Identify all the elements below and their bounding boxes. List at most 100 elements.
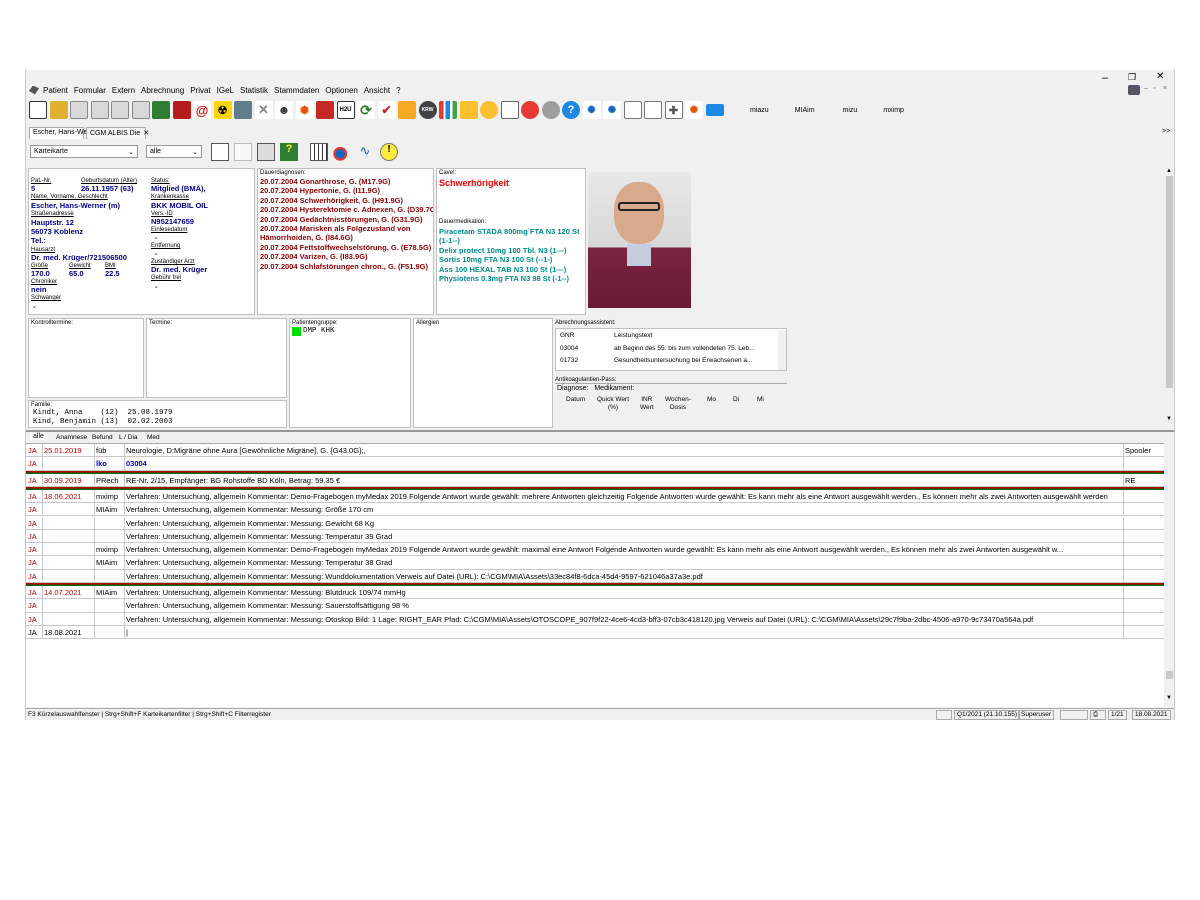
dauermedikation-item[interactable]: Delix protect 10mg 100 Tbl. N3 (1---) — [439, 246, 579, 255]
dauerdiagnose-item[interactable]: 20.07.2004 Gonarthrose, G. (M17.9G) — [260, 177, 433, 186]
ecg-icon[interactable]: ∿ — [356, 143, 374, 161]
alarm-icon[interactable]: ✺ — [295, 101, 314, 119]
menu-help[interactable]: ? — [396, 86, 400, 95]
checklist-icon[interactable]: ✔ — [377, 101, 396, 119]
menu-patient[interactable]: Patient — [43, 86, 68, 95]
dauerdiagnose-item[interactable]: 20.07.2004 Schlafstörungen chron., G. (F… — [260, 262, 433, 271]
karteikarte-row[interactable]: JA mximp Verfahren: Untersuchung, allgemei… — [26, 543, 1164, 557]
maximize-button[interactable]: ❐ — [1128, 72, 1136, 83]
krw-icon[interactable]: KRW — [418, 101, 437, 119]
statistics-icon[interactable] — [439, 101, 457, 119]
scroll-down-icon[interactable]: ▼ — [1166, 695, 1172, 701]
menu-igel[interactable]: IGeL — [217, 86, 234, 95]
dauerdiagnose-item[interactable]: 20.07.2004 Hysterektomie c. Adnexen, G. … — [260, 205, 433, 214]
email-icon[interactable]: @ — [193, 101, 211, 119]
close-button[interactable]: ✕ — [1156, 71, 1164, 82]
miazu-button[interactable]: miazu — [750, 107, 769, 114]
karteikarte-row[interactable]: JA Verfahren: Untersuchung, allgemein Kom… — [26, 529, 1164, 544]
book-icon[interactable] — [152, 101, 170, 119]
karteikarte-row[interactable]: JA MIAim Verfahren: Untersuchung, allgemei… — [26, 556, 1164, 570]
tabs-more[interactable]: >> — [1162, 128, 1170, 135]
mdi-minimize[interactable]: – — [1144, 85, 1148, 92]
tools-icon[interactable]: ✕ — [254, 101, 273, 119]
karteikarte-row[interactable]: JA 18.08.2021 | — [26, 625, 1164, 640]
menu-optionen[interactable]: Optionen — [325, 86, 357, 95]
menu-abrechnung[interactable]: Abrechnung — [141, 86, 184, 95]
alarm-n-icon[interactable]: ✺ — [582, 101, 601, 119]
karteikarte-row[interactable]: JA lko 03004 — [26, 457, 1164, 471]
dauermedikation-item[interactable]: Piracetam STADA 800mg FTA N3 120 St — [439, 227, 579, 236]
columns-icon[interactable] — [310, 143, 328, 161]
filter-tab-anamnese[interactable]: Anamnese — [56, 434, 87, 441]
package-icon[interactable] — [398, 101, 416, 119]
dauermedikation-item[interactable]: (1-1--) — [439, 236, 579, 245]
help-icon[interactable]: ? — [562, 101, 580, 119]
dauerdiagnose-item[interactable]: 20.07.2004 Gedächtnisstörungen, G. (G31.… — [260, 215, 433, 224]
karteikarte-row[interactable]: JA 14.07.2021 MIAim Verfahren: Untersuchung… — [26, 586, 1164, 600]
refresh-icon[interactable]: ⟳ — [357, 101, 375, 119]
filter-help-icon[interactable]: ? — [280, 143, 298, 161]
menu-stammdaten[interactable]: Stammdaten — [274, 86, 319, 95]
karteikarte-row[interactable]: JA 25.01.2019 füb Neurologie, D:Migräne ohn… — [26, 444, 1164, 458]
karteikarte-scrollbar[interactable]: ▼ — [1165, 443, 1174, 707]
scroll-up-icon[interactable]: ▲ — [1166, 168, 1172, 174]
menu-statistik[interactable]: Statistik — [240, 86, 268, 95]
card-reader-icon[interactable] — [705, 104, 724, 116]
medication-icon[interactable] — [333, 143, 351, 161]
clipboard-icon[interactable] — [500, 101, 519, 119]
edit-document-icon[interactable] — [623, 101, 642, 119]
karteikarte-row[interactable]: JA Verfahren: Untersuchung, allgemein Kom… — [26, 612, 1164, 626]
settings-circle-icon[interactable] — [541, 101, 560, 119]
note-icon[interactable] — [234, 143, 252, 161]
mizu-button[interactable]: mizu — [843, 107, 858, 114]
mask-icon[interactable]: ☻ — [275, 101, 293, 119]
close-tab-icon[interactable]: ✕ — [143, 130, 149, 137]
calculator-icon[interactable] — [234, 101, 252, 119]
tab-patient[interactable]: Escher, Hans-We — [29, 127, 87, 139]
h2u-icon[interactable]: H2U — [336, 101, 355, 119]
abr-row-text[interactable]: ab Beginn des 55. bis zum vollendeten 75… — [614, 345, 755, 352]
tab-albis[interactable]: CGM ALBIS Die ✕ — [86, 127, 149, 139]
scroll-thumb[interactable] — [1166, 671, 1173, 679]
dauermedikation-item[interactable]: Physiotens 0.3mg FTA N3 98 St (-1--) — [439, 274, 579, 283]
menu-formular[interactable]: Formular — [74, 86, 106, 95]
abr-row-text[interactable]: Gesundheitsuntersuchung bei Erwachsenen … — [614, 357, 752, 364]
print-icon[interactable] — [70, 101, 88, 119]
add-medical-icon[interactable]: ✚ — [664, 101, 683, 119]
new-document-icon[interactable] — [29, 101, 47, 119]
menu-ansicht[interactable]: Ansicht — [364, 86, 390, 95]
dauerdiagnose-item[interactable]: 20.07.2004 Fettstoffwechselstörung, G. (… — [260, 243, 433, 252]
printer-icon[interactable] — [257, 143, 275, 161]
menu-privat[interactable]: Privat — [190, 86, 210, 95]
printer-status-icon[interactable]: ⎙ — [1090, 710, 1106, 720]
minimize-button[interactable]: – — [1102, 72, 1108, 84]
stop-icon[interactable] — [521, 101, 539, 119]
filter-tab-ldia[interactable]: L / Dia — [119, 434, 138, 441]
scroll-thumb[interactable] — [1166, 176, 1173, 388]
filter-select[interactable]: alle ⌄ — [146, 145, 202, 158]
miaim-button[interactable]: MIAim — [795, 107, 815, 114]
mail-icon[interactable] — [459, 101, 478, 119]
karteikarte-row[interactable]: JA Verfahren: Untersuchung, allgemein Kom… — [26, 569, 1164, 583]
dauerdiagnose-item[interactable]: 20.07.2004 Marisken als Folgezustand von — [260, 224, 433, 233]
filter-tab-befund[interactable]: Befund — [92, 434, 113, 441]
dauermedikation-item[interactable]: Ass 100 HEXAL TAB N3 100 St (1---) — [439, 265, 579, 274]
radiation-icon[interactable]: ☢ — [213, 101, 232, 119]
abr-scrollbar[interactable] — [778, 330, 786, 370]
dauerdiagnose-item[interactable]: 20.07.2004 Hypertonie, G. (I11.9G) — [260, 186, 433, 195]
print-label-icon[interactable] — [111, 101, 129, 119]
dauerdiagnose-item[interactable]: 20.07.2004 Varizen, G. (I83.9G) — [260, 252, 433, 261]
notebook-icon[interactable] — [172, 101, 191, 119]
mximp-button[interactable]: mximp — [883, 107, 904, 114]
mdi-restore[interactable]: ▫ — [1153, 85, 1155, 92]
filter-tab-med[interactable]: Med — [147, 434, 160, 441]
karteikarte-row[interactable]: JA 18.06.2021 mximp Verfahren: Untersuchung… — [26, 489, 1164, 504]
dauerdiagnose-item[interactable]: Hämorrhoiden, G. (I84.6G) — [260, 233, 433, 242]
abr-row-gnr[interactable]: 03004 — [560, 345, 578, 352]
open-folder-icon[interactable] — [49, 101, 68, 119]
print-form-icon[interactable] — [90, 101, 109, 119]
info-circle-icon[interactable]: ! — [380, 143, 398, 161]
card-edit-icon[interactable] — [211, 143, 229, 161]
menu-extern[interactable]: Extern — [112, 86, 135, 95]
write-document-icon[interactable] — [644, 101, 662, 119]
